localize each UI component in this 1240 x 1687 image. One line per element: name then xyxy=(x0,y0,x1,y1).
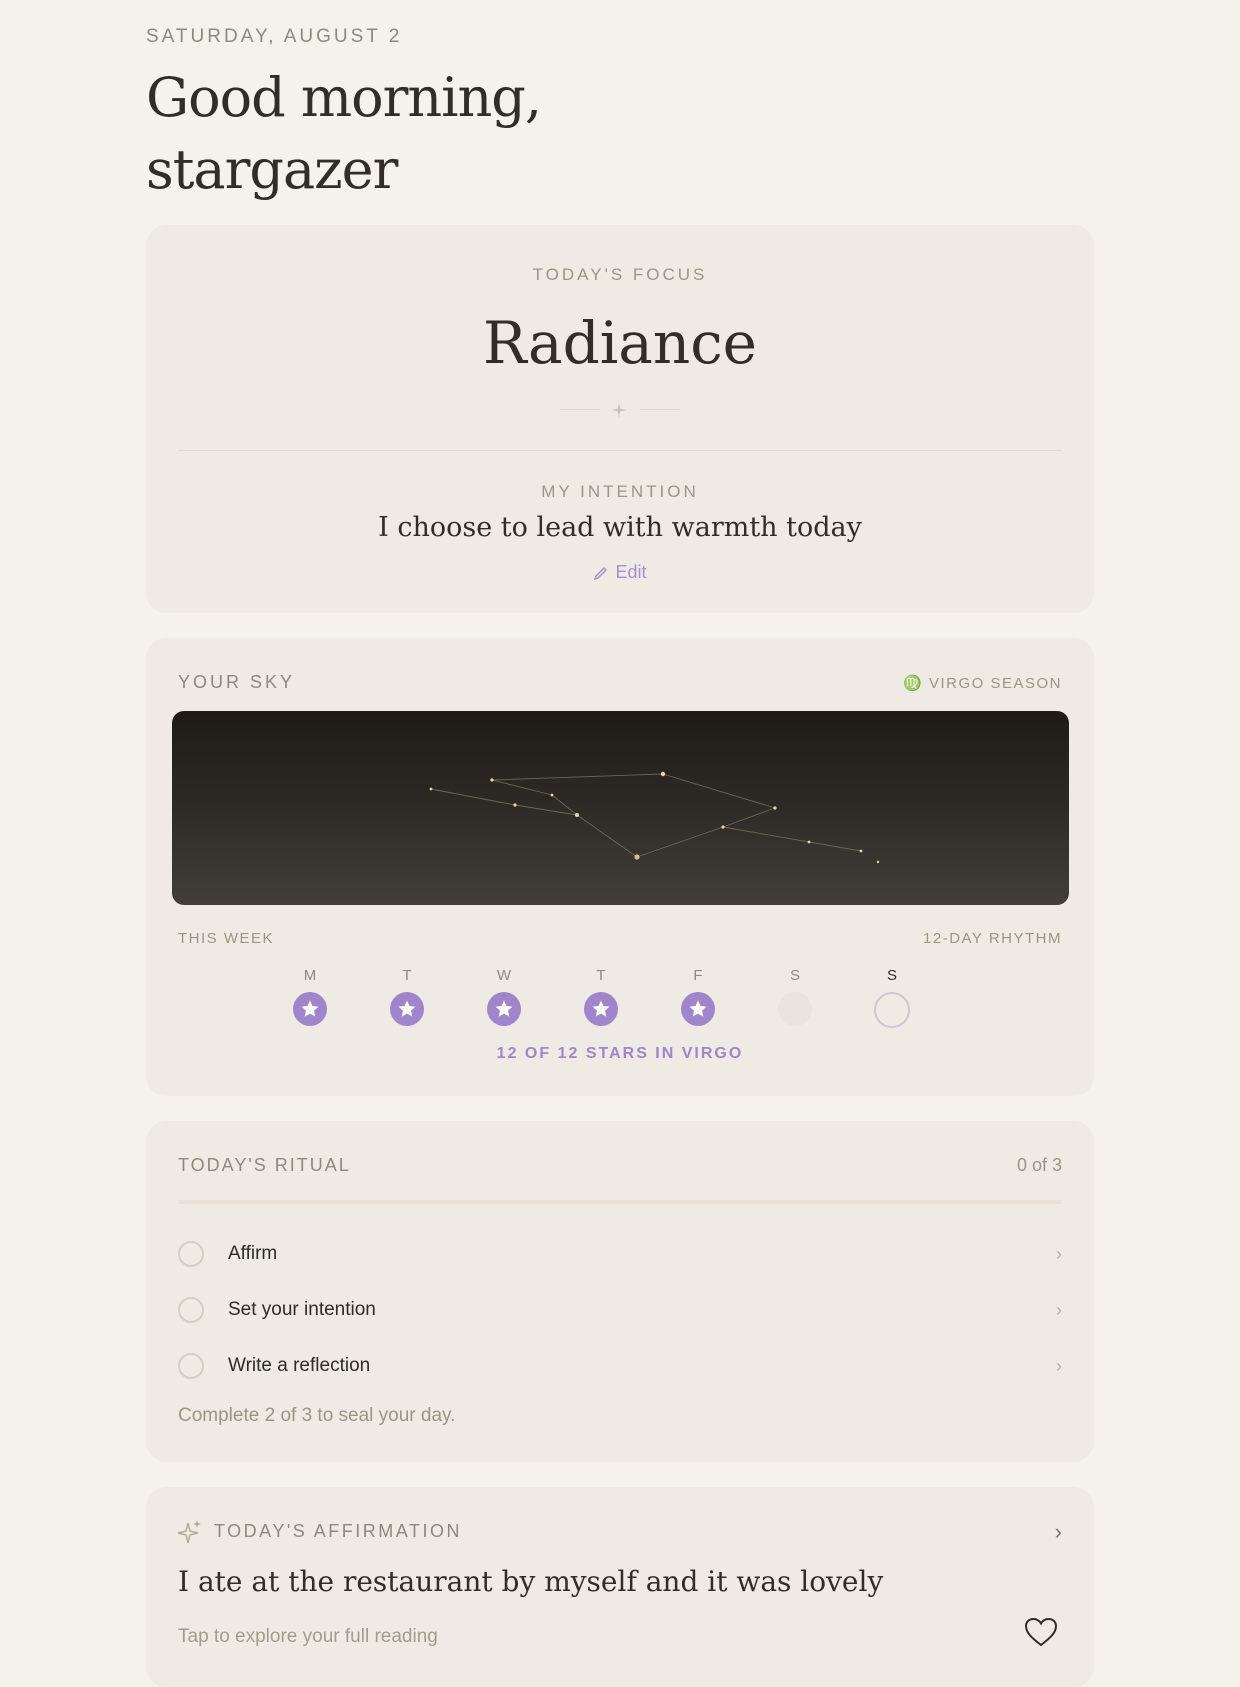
chevron-right-icon: › xyxy=(1056,1244,1062,1264)
checkbox[interactable] xyxy=(178,1241,204,1267)
stars-progress-text: 12 OF 12 STARS IN VIRGO xyxy=(496,1045,744,1062)
checkbox[interactable] xyxy=(178,1353,204,1379)
ritual-progress-bar xyxy=(178,1200,1062,1204)
edit-intention-button[interactable]: Edit xyxy=(146,562,1094,583)
ritual-item-label: Write a reflection xyxy=(228,1355,371,1376)
ritual-item-label: Set your intention xyxy=(228,1299,376,1320)
day-label: T xyxy=(596,967,606,984)
day-2[interactable]: W xyxy=(486,967,522,1026)
checkbox[interactable] xyxy=(178,1297,204,1323)
focus-word: Radiance xyxy=(483,309,757,377)
star-complete-icon xyxy=(487,992,521,1026)
intention-text: I choose to lead with warmth today xyxy=(378,512,862,543)
rhythm-label: 12-DAY RHYTHM xyxy=(923,930,1062,947)
day-1[interactable]: T xyxy=(389,967,425,1026)
day-empty-indicator xyxy=(874,992,910,1028)
star-icon xyxy=(301,1000,319,1017)
ritual-count: 0 of 3 xyxy=(1016,1155,1062,1175)
day-label: F xyxy=(693,967,703,984)
star-icon xyxy=(592,1000,610,1017)
day-label: S xyxy=(886,967,897,984)
affirmation-text: I ate at the restaurant by myself and it… xyxy=(178,1565,884,1598)
chevron-right-icon: › xyxy=(1056,1300,1062,1320)
day-4[interactable]: F xyxy=(680,967,716,1026)
sparkles-icon xyxy=(178,1520,201,1544)
focus-eyebrow: TODAY'S FOCUS xyxy=(532,265,708,284)
day-3[interactable]: T xyxy=(583,967,619,1026)
affirmation-title: TODAY'S AFFIRMATION xyxy=(214,1521,462,1541)
day-5[interactable]: S xyxy=(777,967,813,1026)
constellation-sky[interactable] xyxy=(172,711,1069,905)
section-divider xyxy=(178,450,1062,451)
focus-card: TODAY'S FOCUS Radiance MY INTENTION I ch… xyxy=(146,225,1094,613)
greeting: Good morning, stargazer xyxy=(146,62,542,206)
star-icon xyxy=(689,1000,707,1017)
ritual-card: TODAY'S RITUAL 0 of 3 Affirm › Set your in… xyxy=(146,1121,1094,1462)
ritual-item[interactable]: Affirm › xyxy=(178,1234,1062,1274)
star-complete-icon xyxy=(390,992,424,1026)
intention-eyebrow: MY INTENTION xyxy=(541,482,699,501)
day-label: M xyxy=(303,967,317,984)
edit-label: Edit xyxy=(615,562,647,582)
greeting-line-1: Good morning, xyxy=(146,66,542,129)
star-icon xyxy=(398,1000,416,1017)
date-label: SATURDAY, AUGUST 2 xyxy=(146,26,403,47)
day-6[interactable]: S xyxy=(874,967,910,1028)
sky-title: YOUR SKY xyxy=(178,672,296,692)
affirmation-hint: Tap to explore your full reading xyxy=(178,1626,438,1647)
season-label: ♍ VIRGO SEASON xyxy=(903,675,1062,692)
ritual-item-label: Affirm xyxy=(228,1243,278,1264)
day-empty-indicator xyxy=(778,992,812,1026)
chevron-right-icon[interactable]: › xyxy=(1055,1519,1062,1545)
day-0[interactable]: M xyxy=(292,967,328,1026)
affirmation-card[interactable]: TODAY'S AFFIRMATION › I ate at the resta… xyxy=(146,1487,1094,1687)
focus-divider xyxy=(146,399,1094,419)
heart-icon[interactable] xyxy=(1024,1617,1058,1647)
ritual-title: TODAY'S RITUAL xyxy=(178,1155,351,1175)
star-complete-icon xyxy=(681,992,715,1026)
star-icon xyxy=(495,1000,513,1017)
star-complete-icon xyxy=(584,992,618,1026)
day-label: T xyxy=(402,967,412,984)
chevron-right-icon: › xyxy=(1056,1356,1062,1376)
week-label: THIS WEEK xyxy=(178,930,275,947)
greeting-line-2: stargazer xyxy=(146,138,398,201)
star-complete-icon xyxy=(293,992,327,1026)
week-tracker: MTWTFSS xyxy=(146,967,1094,1037)
day-label: S xyxy=(789,967,800,984)
pencil-icon xyxy=(594,566,608,580)
ritual-item[interactable]: Write a reflection › xyxy=(178,1346,1062,1386)
sky-card: YOUR SKY ♍ VIRGO SEASON THIS WEEK 12-DAY… xyxy=(146,638,1094,1096)
virgo-constellation xyxy=(429,771,880,864)
ritual-item[interactable]: Set your intention › xyxy=(178,1290,1062,1330)
sparkle-icon xyxy=(611,402,627,418)
ritual-footer: Complete 2 of 3 to seal your day. xyxy=(178,1405,456,1426)
day-label: W xyxy=(496,967,512,984)
